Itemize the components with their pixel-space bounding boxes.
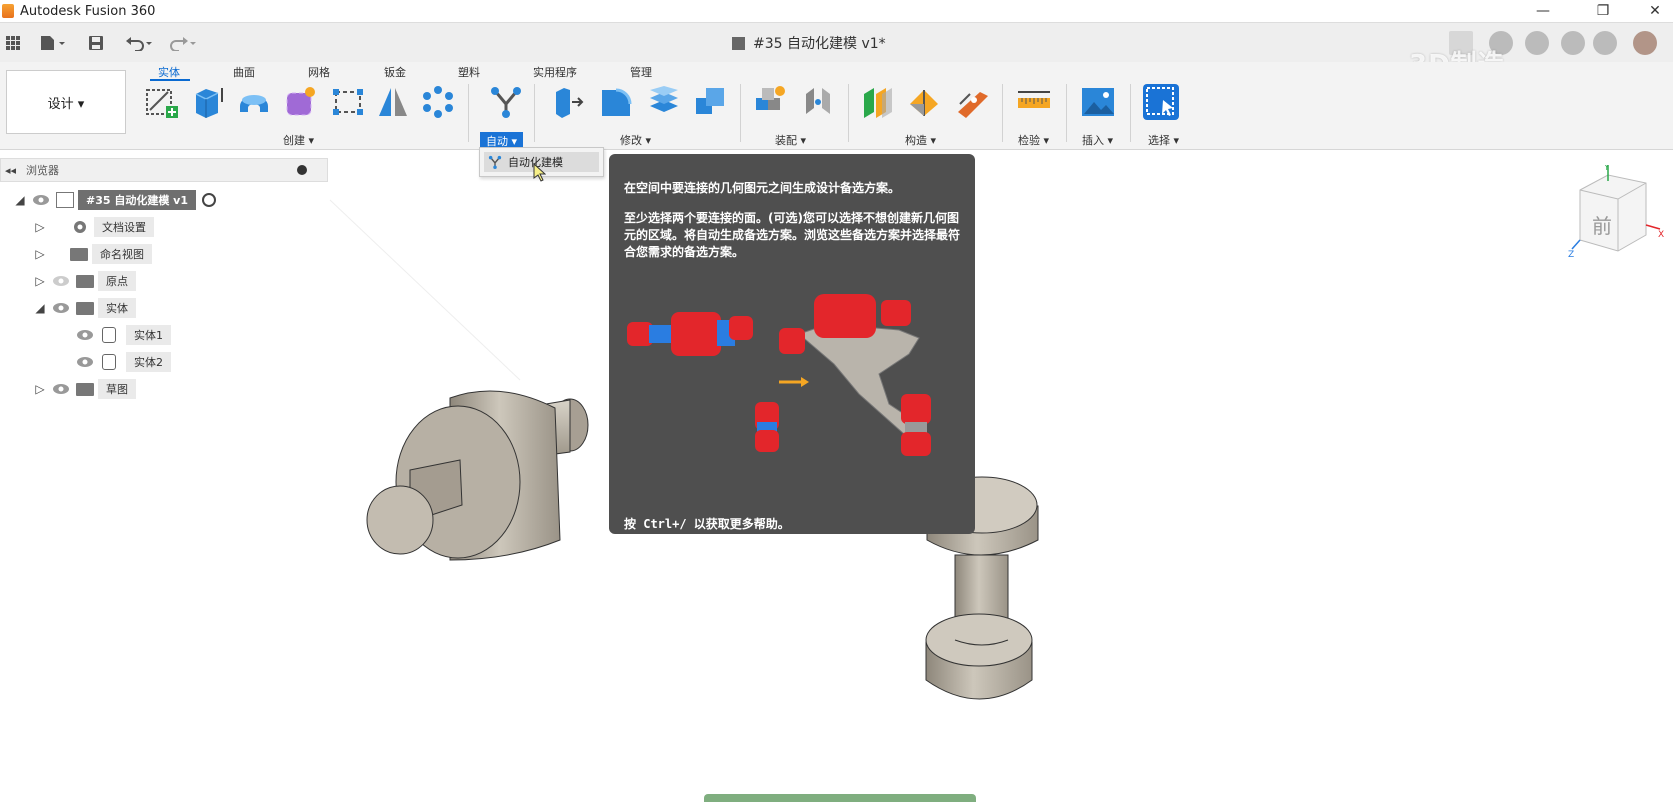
insert-group-label[interactable]: 插入 ▾ <box>1082 132 1113 148</box>
tab-plastic[interactable]: 塑料 <box>458 64 480 80</box>
extensions-icon[interactable] <box>1525 31 1549 55</box>
document-title: #35 自动化建模 v1* <box>753 36 886 52</box>
tab-mesh[interactable]: 网格 <box>308 64 330 80</box>
select-group-label[interactable]: 选择 ▾ <box>1148 132 1179 148</box>
extrude-icon[interactable] <box>190 84 226 120</box>
active-tab-underline <box>150 79 190 81</box>
tooltip-help-hint: 按 Ctrl+/ 以获取更多帮助。 <box>624 517 790 531</box>
restore-button[interactable]: ❐ <box>1585 0 1621 22</box>
combine-icon[interactable] <box>692 84 728 120</box>
separator <box>468 84 469 142</box>
form-icon[interactable] <box>282 84 318 120</box>
separator <box>740 84 741 142</box>
create-group-label[interactable]: 创建 ▾ <box>283 132 314 148</box>
title-bar: Autodesk Fusion 360 — ❐ ✕ <box>0 0 1673 22</box>
undo-icon[interactable] <box>122 31 158 55</box>
rectangle-sketch-icon[interactable] <box>330 84 366 120</box>
separator <box>534 84 535 142</box>
tab-surface[interactable]: 曲面 <box>233 64 255 80</box>
create-sketch-icon[interactable] <box>144 84 180 120</box>
new-component-icon[interactable] <box>752 84 788 120</box>
axis-y-label: Y <box>1603 165 1610 173</box>
tooltip-instructions: 至少选择两个要连接的面。(可选)您可以选择不想创建新几何图元的区域。将自动生成备… <box>624 211 961 259</box>
tooltip-description: 在空间中要连接的几何图元之间生成设计备选方案。 <box>624 181 901 195</box>
document-tab[interactable]: #35 自动化建模 v1* <box>732 31 886 55</box>
workspace-design-button[interactable]: 设计 ▾ <box>6 70 126 134</box>
separator <box>1066 84 1067 142</box>
notifications-icon[interactable] <box>1561 31 1585 55</box>
separator <box>1002 84 1003 142</box>
select-icon[interactable] <box>1143 84 1179 120</box>
axis-x-label: X <box>1658 230 1664 240</box>
fusion-app-icon <box>2 4 14 18</box>
file-icon[interactable] <box>36 31 70 55</box>
tab-manage[interactable]: 管理 <box>630 64 652 80</box>
automated-modeling-icon[interactable] <box>488 84 524 120</box>
tab-solid[interactable]: 实体 <box>158 64 180 80</box>
avatar[interactable] <box>1633 31 1657 55</box>
revolve-icon[interactable] <box>236 84 272 120</box>
insert-image-icon[interactable] <box>1080 84 1116 120</box>
help-icon[interactable] <box>1593 31 1617 55</box>
minimize-button[interactable]: — <box>1525 0 1561 22</box>
measure-icon[interactable] <box>1016 84 1052 120</box>
modify-group-label[interactable]: 修改 ▾ <box>620 132 651 148</box>
separator <box>848 84 849 142</box>
body1-model[interactable] <box>366 390 589 561</box>
plane-at-angle-icon[interactable] <box>906 84 942 120</box>
inspect-group-label[interactable]: 检验 ▾ <box>1018 132 1049 148</box>
fillet-icon[interactable] <box>598 84 634 120</box>
pattern-icon[interactable] <box>420 84 456 120</box>
tab-sheet-metal[interactable]: 钣金 <box>384 64 406 80</box>
grid-icon[interactable] <box>2 31 24 55</box>
midplane-icon[interactable] <box>954 84 990 120</box>
close-button[interactable]: ✕ <box>1637 0 1673 22</box>
ribbon: 设计 ▾ 实体 曲面 网格 钣金 塑料 实用程序 管理 创建 ▾ 自动 ▾ 修改… <box>0 62 1673 150</box>
tooltip-illustration <box>627 294 931 456</box>
viewcube-face-front[interactable]: 前 <box>1592 214 1612 238</box>
axis-z-label: Z <box>1568 250 1574 260</box>
redo-icon[interactable] <box>164 31 200 55</box>
joint-icon[interactable] <box>800 84 836 120</box>
tooltip-panel: 在空间中要连接的几何图元之间生成设计备选方案。 至少选择两个要连接的面。(可选)… <box>609 154 975 534</box>
document-cube-icon <box>732 36 745 50</box>
tab-utilities[interactable]: 实用程序 <box>533 64 577 80</box>
separator <box>1130 84 1131 142</box>
press-pull-icon[interactable] <box>550 84 586 120</box>
window-title: Autodesk Fusion 360 <box>20 3 156 19</box>
save-icon[interactable] <box>84 31 108 55</box>
shell-icon[interactable] <box>646 84 682 120</box>
offset-plane-icon[interactable] <box>860 84 896 120</box>
construct-group-label[interactable]: 构造 ▾ <box>905 132 936 148</box>
viewcube[interactable]: 前 Y X Z <box>1568 165 1668 265</box>
assemble-group-label[interactable]: 装配 ▾ <box>775 132 806 148</box>
mirror-icon[interactable] <box>375 84 411 120</box>
